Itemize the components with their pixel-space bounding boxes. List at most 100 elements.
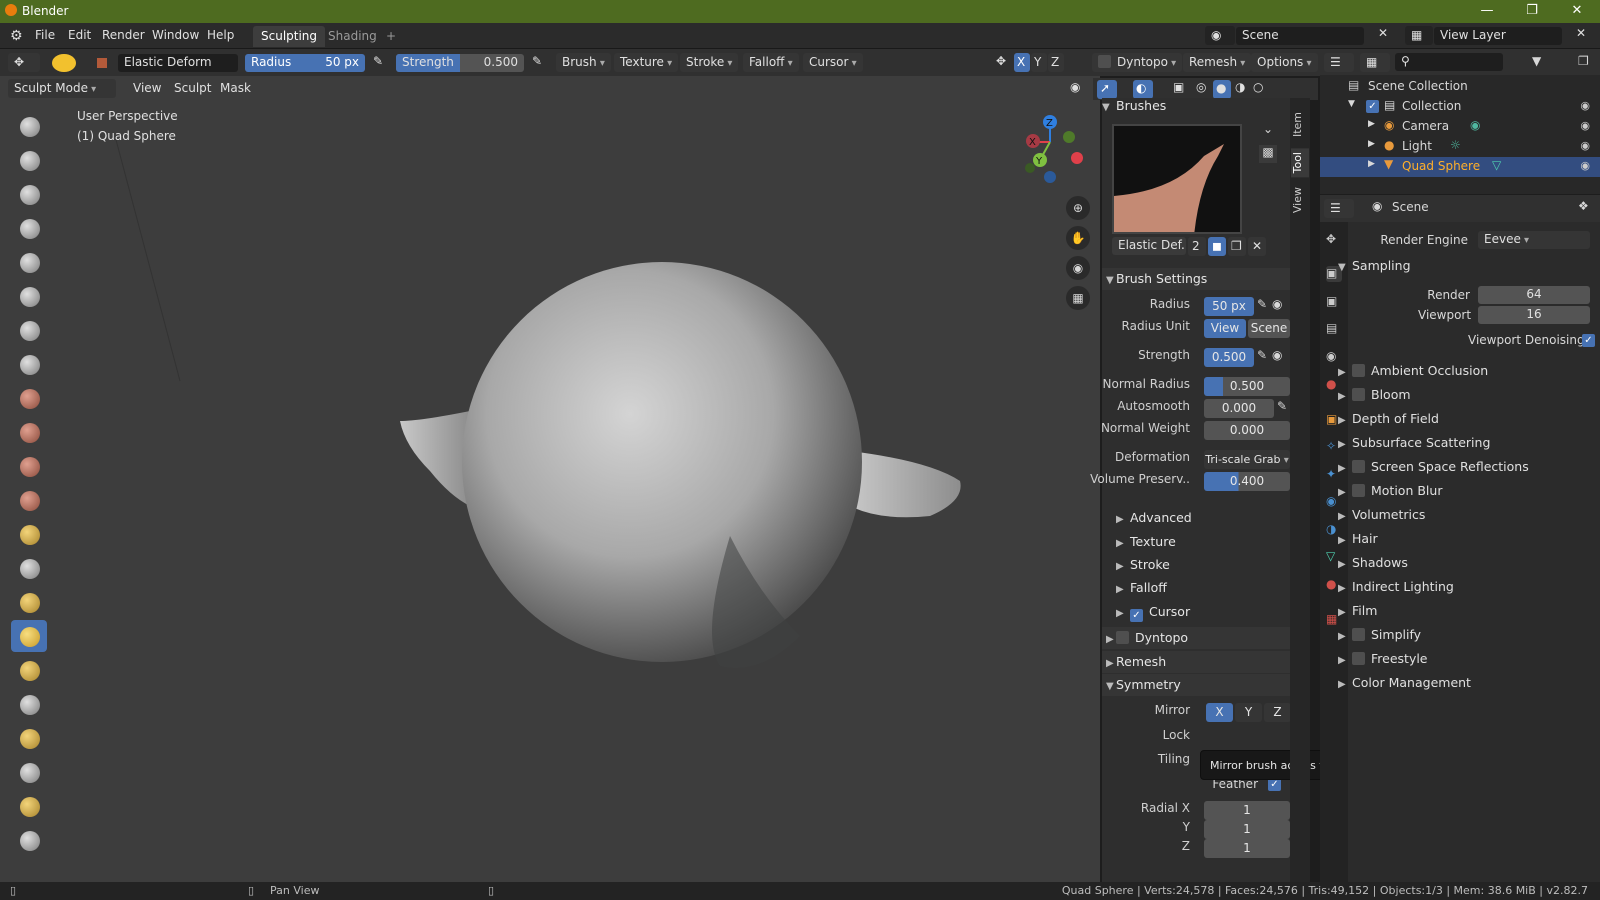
tool-mask-icon[interactable] (11, 824, 47, 856)
dyntopo-panel-checkbox[interactable] (1116, 631, 1129, 644)
section-shadows[interactable]: ▶ Shadows (1338, 555, 1583, 577)
eye-icon[interactable]: ◉ (1580, 119, 1590, 132)
ssr-checkbox[interactable] (1352, 460, 1365, 473)
brush-name-field[interactable]: Elastic Deform (118, 54, 238, 72)
subpanel-stroke[interactable]: ▶ Stroke (1116, 557, 1304, 579)
fake-user-shield-icon[interactable]: ◼ (1208, 237, 1226, 256)
outliner-editor-type-icon[interactable]: ☰ (1324, 53, 1354, 72)
expand-arrow-icon[interactable]: ▶ (1368, 139, 1375, 149)
tool-flatten-icon[interactable] (11, 416, 47, 448)
strength-pen-icon[interactable]: ✎ (1257, 348, 1267, 362)
radius-field[interactable]: Radius 50 px (245, 54, 365, 72)
cursor-checkbox[interactable]: ✓ (1130, 609, 1143, 622)
section-freestyle[interactable]: ▶ Freestyle (1338, 651, 1583, 673)
remesh-panel-header[interactable]: ▶ Remesh (1102, 651, 1290, 673)
radius-pressure-icon[interactable]: ✎ (373, 54, 383, 68)
rendered-shading-icon[interactable]: ○ (1253, 80, 1263, 94)
menu-render[interactable]: Render (102, 28, 145, 42)
scene-icon[interactable]: ◉ (1205, 26, 1235, 45)
tool-scrape-icon[interactable] (11, 484, 47, 516)
blender-menu-icon[interactable]: ⚙ (10, 28, 23, 44)
active-brush-icon[interactable] (52, 54, 76, 72)
minimize-icon[interactable]: — (1475, 2, 1499, 20)
tool-rotate-icon[interactable] (11, 722, 47, 754)
section-motion-blur[interactable]: ▶ Motion Blur (1338, 483, 1583, 505)
brush-settings-header[interactable]: ▼ Brush Settings (1102, 268, 1290, 290)
symmetry-mirror-z-button[interactable]: Z (1264, 703, 1291, 722)
dyntopo-panel-header[interactable]: ▶ Dyntopo (1102, 627, 1290, 649)
menu-help[interactable]: Help (207, 28, 234, 42)
ortho-grid-icon[interactable]: ▦ (1066, 286, 1090, 310)
cursor-menu[interactable]: Cursor (803, 53, 863, 72)
tool-snake-hook-icon[interactable] (11, 586, 47, 618)
simplify-checkbox[interactable] (1352, 628, 1365, 641)
tool-layer-icon[interactable] (11, 246, 47, 278)
close-icon[interactable]: ✕ (1565, 2, 1589, 20)
autosmooth-field[interactable]: 0.000 (1204, 399, 1274, 418)
camera-view-icon[interactable]: ◉ (1066, 256, 1090, 280)
volume-preserve-field[interactable]: 0.400 (1204, 472, 1290, 491)
tab-sculpting[interactable]: Sculpting (253, 26, 326, 47)
normal-radius-field[interactable]: 0.500 (1204, 377, 1290, 396)
output-tab-icon[interactable]: ▣ (1326, 294, 1342, 310)
tool-simplify-icon[interactable] (11, 790, 47, 822)
display-mode-icon[interactable]: ▦ (1360, 53, 1390, 72)
tab-view[interactable]: View (1291, 183, 1309, 217)
normal-weight-field[interactable]: 0.000 (1204, 421, 1290, 440)
tool-clay-icon[interactable] (11, 178, 47, 210)
tool-inflate-icon[interactable] (11, 280, 47, 312)
radius-pen-icon[interactable]: ✎ (1257, 297, 1267, 311)
duplicate-brush-icon[interactable]: ❐ (1228, 237, 1246, 256)
gizmo-toggle-icon[interactable]: ➚ (1097, 80, 1117, 99)
pan-hand-icon[interactable]: ✋ (1066, 226, 1090, 250)
tool-pinch-icon[interactable] (11, 518, 47, 550)
symmetry-mirror-x-button[interactable]: X (1206, 703, 1233, 722)
tab-shading[interactable]: Shading (320, 26, 385, 47)
brush-menu[interactable]: Brush (556, 53, 611, 72)
view-layer-tab-icon[interactable]: ▤ (1326, 321, 1342, 337)
properties-editor-type-icon[interactable]: ☰ (1324, 199, 1354, 218)
mirror-y-toggle[interactable]: Y (1031, 53, 1047, 72)
bloom-checkbox[interactable] (1352, 388, 1365, 401)
menu-file[interactable]: File (35, 28, 55, 42)
xray-icon[interactable]: ▣ (1173, 80, 1184, 94)
symmetry-mirror-y-button[interactable]: Y (1235, 703, 1262, 722)
expand-arrow-icon[interactable]: ▶ (1368, 159, 1375, 169)
section-volumetrics[interactable]: ▶ Volumetrics (1338, 507, 1583, 529)
dyntopo-toggle[interactable]: Dyntopo (1092, 53, 1183, 72)
outliner-row-collection[interactable]: ▼ ✓ ▤ Collection ◉ (1320, 97, 1600, 117)
dyntopo-checkbox[interactable] (1098, 55, 1111, 68)
mirror-z-toggle[interactable]: Z (1048, 53, 1064, 72)
section-film[interactable]: ▶ Film (1338, 603, 1583, 625)
radius-unit-scene-button[interactable]: Scene (1248, 319, 1290, 338)
section-ambient-occlusion[interactable]: ▶ Ambient Occlusion (1338, 363, 1583, 385)
viewport-menu-view[interactable]: View (133, 81, 161, 95)
radial-x-field[interactable]: 1 (1204, 801, 1290, 820)
section-indirect-lighting[interactable]: ▶ Indirect Lighting (1338, 579, 1583, 601)
outliner-row-scene-collection[interactable]: ▤ Scene Collection (1320, 77, 1600, 97)
brush-preview[interactable] (1112, 124, 1242, 236)
tool-thumb-icon[interactable] (11, 654, 47, 686)
eye-icon[interactable]: ◉ (1580, 99, 1590, 112)
menu-window[interactable]: Window (152, 28, 199, 42)
tool-nudge-icon[interactable] (11, 688, 47, 720)
brush-preview-name[interactable]: Elastic Def.. (1112, 237, 1186, 255)
tool-draw-sharp-icon[interactable] (11, 144, 47, 176)
pin-icon[interactable]: ❖ (1578, 199, 1589, 213)
stroke-menu[interactable]: Stroke (680, 53, 739, 72)
add-workspace-button[interactable]: + (378, 26, 404, 47)
outliner-row-camera[interactable]: ▶ ◉ Camera ◉ ◉ (1320, 117, 1600, 137)
expand-arrow-icon[interactable]: ▶ (1368, 119, 1375, 129)
3d-viewport[interactable] (0, 76, 1100, 882)
restore-icon[interactable]: ❐ (1520, 2, 1544, 20)
solid-shading-icon[interactable]: ● (1213, 80, 1231, 99)
tab-tool[interactable]: Tool (1291, 148, 1309, 178)
view-layer-icon[interactable]: ▦ (1405, 26, 1433, 45)
eye-icon[interactable]: ◉ (1580, 159, 1590, 172)
view-layer-selector[interactable]: View Layer (1434, 27, 1562, 45)
expand-arrow-icon[interactable]: ▼ (1348, 99, 1355, 109)
outliner-row-light[interactable]: ▶ ● Light ☼ ◉ (1320, 137, 1600, 157)
section-simplify[interactable]: ▶ Simplify (1338, 627, 1583, 649)
freestyle-checkbox[interactable] (1352, 652, 1365, 665)
falloff-menu[interactable]: Falloff (743, 53, 799, 72)
